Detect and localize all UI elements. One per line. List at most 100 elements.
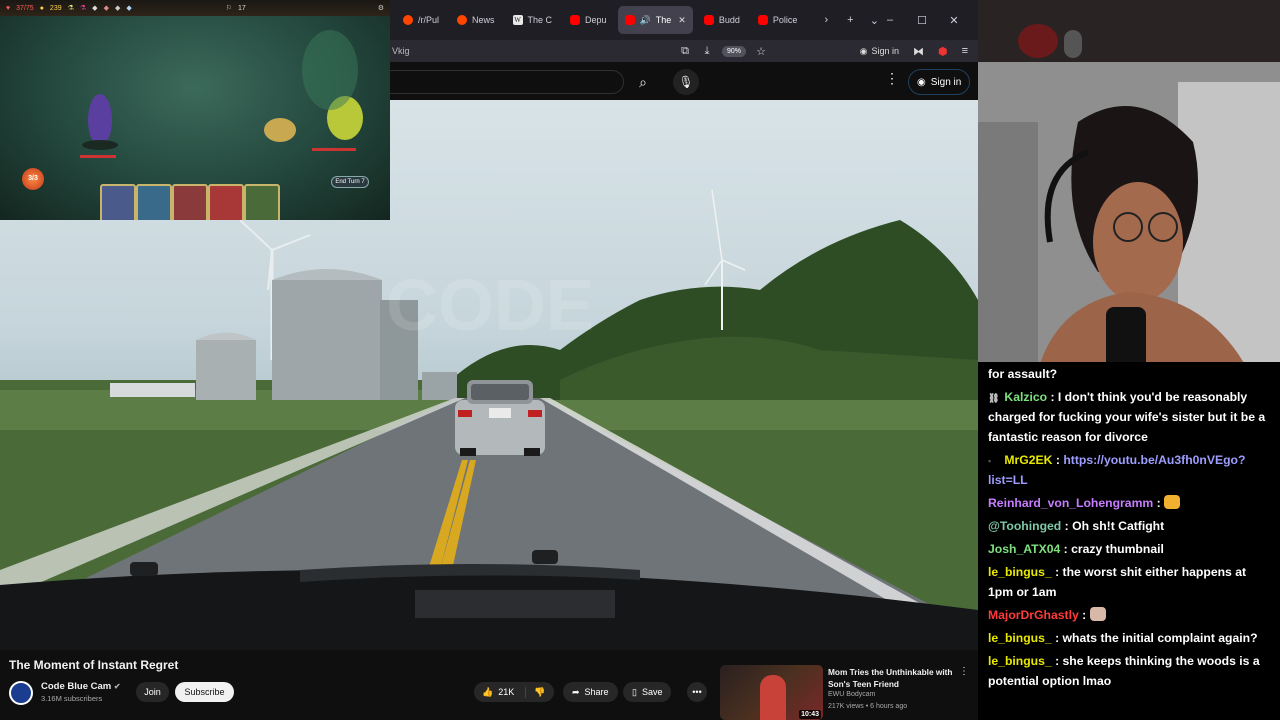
tab-label: /r/Pul [418, 15, 440, 25]
chat-message: Reinhard_von_Lohengramm : [988, 493, 1270, 513]
chat-username[interactable]: Josh_ATX04 [988, 542, 1060, 556]
card [208, 184, 244, 220]
chat-username[interactable]: Kalzico [1004, 390, 1047, 404]
search-input[interactable] [390, 70, 624, 94]
svg-text:CODE: CODE [386, 266, 594, 346]
logo-icon [1064, 30, 1082, 58]
chat-message-text: for assault? [988, 367, 1058, 381]
more-vertical-icon[interactable]: ⋮ [885, 70, 899, 87]
chat-message: le_bingus_ : whats the initial complaint… [988, 631, 1258, 645]
card [172, 184, 208, 220]
tab-active-video[interactable]: 🔊 The ✕ [617, 6, 693, 34]
channel-avatar[interactable] [9, 681, 33, 705]
url-bar[interactable]: Vkig [390, 46, 668, 56]
video-info: The Moment of Instant Regret Code Blue C… [0, 650, 978, 720]
save-button[interactable]: ▯ Save [623, 682, 672, 702]
tab-police[interactable]: Police [751, 6, 805, 34]
streamer-image [978, 62, 1280, 370]
menu-icon[interactable]: ≡ [962, 45, 968, 57]
video-title: The Moment of Instant Regret [9, 658, 179, 672]
tab-label: News [472, 15, 495, 25]
share-label: Share [584, 687, 609, 697]
bookmark-star-icon[interactable]: ☆ [754, 45, 768, 58]
game-overlay: ♥ 37/75 ● 239 ⚗ ⚗ ◆ ◆ ◆ ◆ ⚐ 17 ⚙ 3/3 End… [0, 0, 390, 220]
browser-sign-in-label: Sign in [871, 46, 899, 56]
tab-label: The C [527, 15, 553, 25]
tab-label: The [655, 15, 672, 25]
youtube-header: ⌕ 🎙 ⋮ ◉ Sign in [390, 62, 978, 100]
account-icon: ◉ [917, 76, 926, 88]
youtube-icon [703, 15, 714, 25]
tab-label: Depu [585, 15, 607, 25]
maximize-icon[interactable]: ☐ [906, 14, 938, 27]
card [136, 184, 172, 220]
chat-message: @Toohinged : Oh sh!t Catfight [988, 519, 1165, 533]
browser-sign-in[interactable]: ◉ Sign in [860, 46, 899, 57]
verified-icon: ✔ [113, 682, 121, 691]
recommended-video-meta: 217K views • 6 hours ago [828, 703, 908, 710]
speaker-icon: 🔊 [639, 14, 651, 25]
bookmark-icon: ▯ [632, 686, 637, 697]
chat-message: Josh_ATX04 : crazy thumbnail [988, 542, 1164, 556]
chat-username[interactable]: le_bingus_ [988, 565, 1052, 579]
subscribe-button[interactable]: Subscribe [175, 682, 234, 702]
close-tab-icon[interactable]: ✕ [678, 15, 686, 26]
more-actions-button[interactable]: ••• [687, 682, 707, 702]
youtube-icon [757, 15, 768, 25]
chat-username[interactable]: le_bingus_ [988, 631, 1052, 645]
search-icon[interactable]: ⌕ [626, 70, 660, 94]
new-tab-icon[interactable]: + [838, 14, 862, 26]
extensions-icon[interactable]: ⧓ [913, 45, 924, 58]
badge-icon: ⛓ [988, 393, 1000, 403]
recommended-video-thumbnail[interactable]: 10:43 [720, 665, 823, 720]
save-label: Save [641, 687, 663, 697]
chat-username[interactable]: MrG2EK [1004, 453, 1052, 467]
ublock-icon[interactable]: ⬢ [938, 45, 948, 58]
chat-username[interactable]: le_bingus_ [988, 654, 1052, 668]
picture-in-picture-icon[interactable]: ⧉ [678, 45, 692, 58]
energy-orb: 3/3 [22, 168, 44, 190]
webcam-feed [978, 62, 1280, 370]
chat-username[interactable]: @Toohinged [988, 519, 1061, 533]
download-icon[interactable]: ⤓ [700, 45, 714, 58]
chat-message-text: Oh sh!t Catfight [1072, 519, 1165, 533]
chat-message: ⛓ Kalzico : I don't think you'd be reaso… [988, 390, 1266, 444]
thumbs-up-icon: 👍 [482, 686, 494, 697]
tab-reddit-pul[interactable]: /r/Pul [396, 6, 446, 34]
end-turn-button: End Turn 7 [331, 176, 369, 188]
youtube-icon [624, 15, 635, 25]
emote-icon [1089, 607, 1106, 621]
badge-icon: ▪ [988, 456, 992, 466]
thumbnail-figure [760, 675, 786, 720]
channel-name[interactable]: Code Blue Cam ✔ [41, 681, 121, 692]
card [244, 184, 280, 220]
join-button[interactable]: Join [136, 682, 169, 702]
tab-buddy[interactable]: Budd [697, 6, 747, 34]
chat-message-text: whats the initial complaint again? [1062, 631, 1258, 645]
like-button[interactable]: 👍 21K [474, 686, 526, 698]
more-vertical-icon[interactable]: ⋮ [959, 666, 969, 677]
dislike-button[interactable]: 👎 [526, 687, 545, 698]
share-button[interactable]: ➦ Share [563, 682, 618, 702]
chat-message: le_bingus_ : she keeps thinking the wood… [988, 654, 1260, 688]
tab-depu[interactable]: Depu [563, 6, 614, 34]
browser-nav-bar: Vkig ⧉ ⤓ 90% ☆ ◉ Sign in ⧓ ⬢ ≡ [390, 40, 978, 62]
chat-username[interactable]: Reinhard_von_Lohengramm [988, 496, 1153, 510]
recommended-video-title[interactable]: Mom Tries the Unthinkable with Son's Tee… [828, 666, 958, 690]
chevron-right-icon[interactable]: › [814, 14, 838, 26]
chat-message-text: crazy thumbnail [1071, 542, 1164, 556]
minimize-icon[interactable]: – [874, 14, 906, 26]
microphone-icon[interactable]: 🎙 [673, 69, 699, 95]
browser-tab-strip: /r/Pul News W The C Depu 🔊 The ✕ Budd Po… [390, 0, 978, 40]
chat-message: MajorDrGhastly : [988, 605, 1270, 625]
reddit-icon [457, 15, 468, 25]
tab-wikipedia[interactable]: W The C [506, 6, 560, 34]
close-window-icon[interactable]: ✕ [938, 14, 970, 27]
zoom-level[interactable]: 90% [722, 45, 747, 57]
chat-message: for assault? [988, 364, 1270, 384]
chat-username[interactable]: MajorDrGhastly [988, 608, 1079, 622]
chat-panel: for assault? ⛓ Kalzico : I don't think y… [978, 362, 1280, 720]
recommended-video-channel[interactable]: EWU Bodycam [828, 691, 875, 698]
youtube-sign-in-button[interactable]: ◉ Sign in [908, 69, 971, 95]
tab-news[interactable]: News [450, 6, 502, 34]
